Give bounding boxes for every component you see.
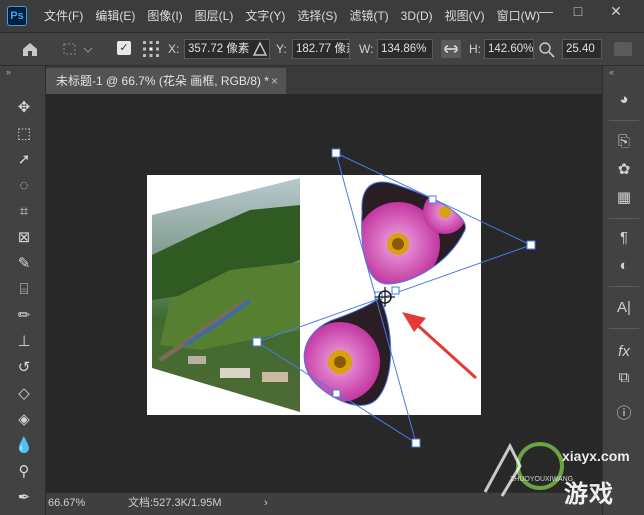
watermark-title: 游戏 (564, 481, 614, 508)
flower-frame-top[interactable] (356, 181, 467, 286)
annotation-arrow (402, 312, 478, 380)
landscape-photo[interactable] (152, 178, 300, 412)
transform-handle[interactable] (252, 337, 262, 347)
zoom-level[interactable]: 66.67% (48, 493, 85, 513)
document-size-info: 文档:527.3K/1.95M (128, 497, 222, 509)
transform-handle[interactable] (411, 438, 421, 448)
site-watermark: xiayx.com ZHUOYOUXIWANG 游戏 (480, 430, 630, 510)
transform-handle[interactable] (331, 148, 341, 158)
flower-frame-bottom[interactable] (300, 297, 392, 406)
watermark-url: xiayx.com (562, 448, 630, 464)
transform-handle[interactable] (332, 389, 341, 398)
transform-handle[interactable] (428, 195, 437, 204)
status-menu-arrow-icon[interactable]: › (264, 493, 268, 513)
watermark-logo (483, 442, 564, 497)
transform-handle[interactable] (526, 240, 536, 250)
transform-handle[interactable] (391, 286, 400, 295)
